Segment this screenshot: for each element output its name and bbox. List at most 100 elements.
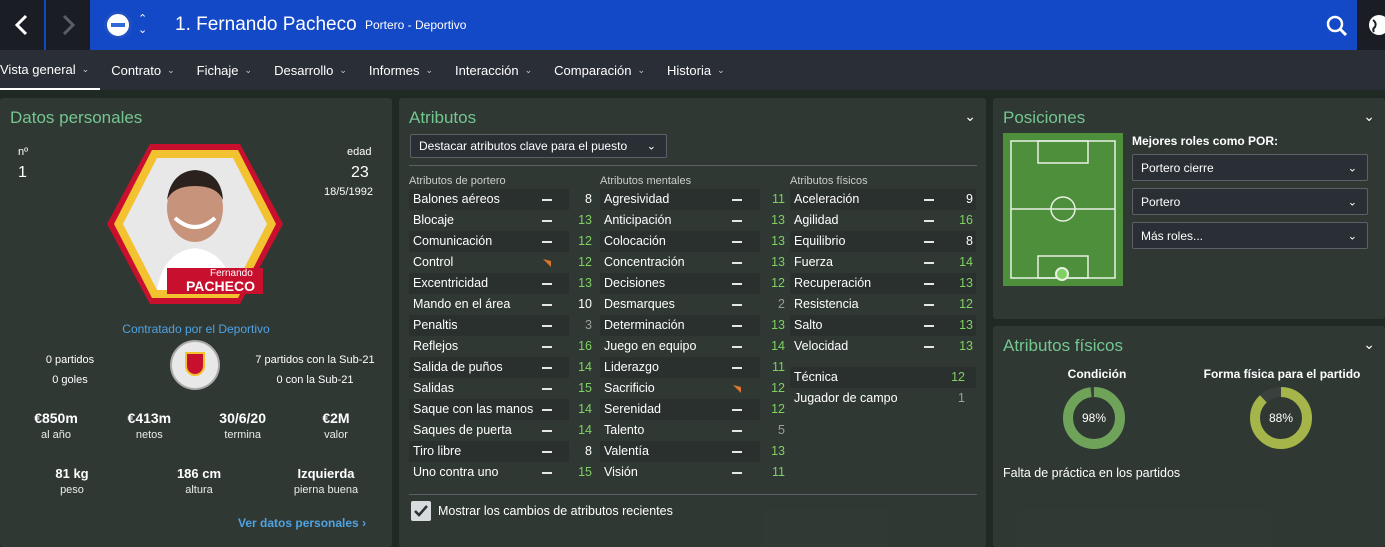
attribute-row[interactable]: Técnica 12 — [790, 367, 976, 388]
attribute-row[interactable]: Tiro libre 8 — [409, 441, 592, 462]
attribute-row[interactable]: Decisiones 12 — [600, 273, 785, 294]
attribute-value: 1 — [958, 391, 965, 405]
personal-data-link[interactable]: Ver datos personales › — [238, 516, 366, 530]
menu-label: Informes — [368, 62, 420, 78]
stat-value: €850m — [34, 410, 78, 426]
attribute-row[interactable]: Jugador de campo 1 — [790, 388, 976, 409]
attribute-row[interactable]: Uno contra uno 15 — [409, 462, 592, 483]
attribute-row[interactable]: Velocidad 13 — [790, 336, 976, 357]
forward-button[interactable] — [46, 0, 90, 50]
stat-net: €413m netos — [109, 410, 189, 441]
attribute-row[interactable]: Liderazgo 11 — [600, 357, 785, 378]
attribute-value: 12 — [578, 255, 592, 269]
attribute-row[interactable]: Anticipación 13 — [600, 210, 785, 231]
contract-link[interactable]: Contratado por el Deportivo — [0, 322, 392, 336]
attribute-row[interactable]: Reflejos 16 — [409, 336, 592, 357]
attribute-row[interactable]: Recuperación 13 — [790, 273, 976, 294]
goalkeeping-attributes: Atributos de portero Balones aéreos 8 Bloc… — [409, 175, 592, 483]
collapse-icon[interactable]: ⌄ — [1363, 336, 1375, 353]
attribute-name: Visión — [604, 465, 638, 479]
attribute-row[interactable]: Mando en el área 10 — [409, 294, 592, 315]
no-change-icon — [732, 472, 742, 474]
role-select-1[interactable]: Portero cierre ⌄ — [1132, 154, 1368, 181]
highlight-attributes-select[interactable]: Destacar atributos clave para el puesto ⌄ — [410, 134, 667, 158]
attribute-row[interactable]: Juego en equipo 14 — [600, 336, 785, 357]
attribute-row[interactable]: Colocación 13 — [600, 231, 785, 252]
no-change-icon — [542, 451, 552, 453]
chevron-down-icon: ⌄ — [244, 64, 253, 75]
attribute-name: Saque con las manos — [413, 402, 534, 416]
attribute-row[interactable]: Fuerza 14 — [790, 252, 976, 273]
menu-vista-general[interactable]: Vista general ⌄ — [0, 50, 101, 90]
attribute-row[interactable]: Aceleración 9 — [790, 189, 976, 210]
attribute-row[interactable]: Control 12 — [409, 252, 592, 273]
attribute-row[interactable]: Salto 13 — [790, 315, 976, 336]
attribute-value: 12 — [959, 297, 973, 311]
attribute-value: 13 — [771, 213, 785, 227]
attribute-value: 13 — [771, 255, 785, 269]
attribute-row[interactable]: Salida de puños 14 — [409, 357, 592, 378]
attribute-row[interactable]: Resistencia 12 — [790, 294, 976, 315]
menu-desarrollo[interactable]: Desarrollo ⌄ — [263, 50, 358, 90]
attribute-value: 13 — [578, 276, 592, 290]
attribute-row[interactable]: Blocaje 13 — [409, 210, 592, 231]
chevron-down-icon: ⌄ — [81, 63, 90, 74]
attribute-name: Decisiones — [604, 276, 666, 290]
search-icon[interactable] — [1322, 11, 1352, 41]
back-button[interactable] — [0, 0, 44, 50]
no-change-icon — [542, 472, 552, 474]
attribute-row[interactable]: Agilidad 16 — [790, 210, 976, 231]
attribute-row[interactable]: Equilibrio 8 — [790, 231, 976, 252]
positions-panel: Posiciones ⌄ Mejores roles como POR: Por… — [993, 98, 1385, 319]
attribute-value: 13 — [771, 234, 785, 248]
chevron-right-icon — [62, 14, 76, 36]
attribute-row[interactable]: Concentración 13 — [600, 252, 785, 273]
menu-historia[interactable]: Historia ⌄ — [656, 50, 736, 90]
menu-contrato[interactable]: Contrato ⌄ — [100, 50, 185, 90]
attribute-row[interactable]: Penaltis 3 — [409, 315, 592, 336]
attribute-row[interactable]: Balones aéreos 8 — [409, 189, 592, 210]
u21-matches: 7 partidos con la Sub-21 — [255, 354, 375, 366]
show-changes-checkbox[interactable] — [411, 501, 431, 521]
attribute-row[interactable]: Salidas 15 — [409, 378, 592, 399]
no-change-icon — [732, 451, 742, 453]
attribute-row[interactable]: Valentía 13 — [600, 441, 785, 462]
attribute-row[interactable]: Serenidad 12 — [600, 399, 785, 420]
collapse-icon[interactable]: ⌄ — [964, 108, 976, 125]
attribute-row[interactable]: Saque con las manos 14 — [409, 399, 592, 420]
more-roles-select[interactable]: Más roles... ⌄ — [1132, 222, 1368, 249]
stat-label: netos — [135, 429, 163, 441]
attribute-name: Salida de puños — [413, 360, 503, 374]
attribute-row[interactable]: Desmarques 2 — [600, 294, 785, 315]
attribute-row[interactable]: Comunicación 12 — [409, 231, 592, 252]
menu-fichaje[interactable]: Fichaje ⌄ — [186, 50, 263, 90]
world-button[interactable] — [1357, 0, 1385, 50]
column-header: Atributos mentales — [600, 175, 692, 187]
physical-attributes: Atributos físicos Aceleración 9 Agilidad 16… — [790, 175, 976, 409]
menu-informes[interactable]: Informes ⌄ — [358, 50, 444, 90]
attribute-row[interactable]: Talento 5 — [600, 420, 785, 441]
attribute-row[interactable]: Sacrificio 12 — [600, 378, 785, 399]
role-select-2[interactable]: Portero ⌄ — [1132, 188, 1368, 215]
no-change-icon — [542, 430, 552, 432]
attribute-value: 11 — [772, 360, 785, 374]
attribute-name: Reflejos — [413, 339, 459, 353]
attribute-value: 12 — [771, 402, 785, 416]
attribute-name: Comunicación — [413, 234, 493, 248]
menu-interaccion[interactable]: Interacción ⌄ — [444, 50, 543, 90]
attribute-row[interactable]: Saques de puerta 14 — [409, 420, 592, 441]
no-change-icon — [924, 262, 934, 264]
chevron-down-icon: ⌄ — [339, 64, 347, 75]
attribute-name: Resistencia — [794, 297, 859, 311]
attribute-row[interactable]: Determinación 13 — [600, 315, 785, 336]
international-caps: 7 partidos con la Sub-21 0 con la Sub-21 — [240, 350, 390, 390]
club-goals: 0 goles — [52, 374, 88, 386]
attribute-row[interactable]: Visión 11 — [600, 462, 785, 483]
collapse-icon[interactable]: ⌄ — [1363, 108, 1375, 125]
attribute-row[interactable]: Agresividad 11 — [600, 189, 785, 210]
condition-label: Condición — [1067, 367, 1127, 381]
club-selector[interactable]: ⌃ ⌄ — [92, 0, 160, 50]
menu-comparacion[interactable]: Comparación ⌄ — [543, 50, 656, 90]
attribute-row[interactable]: Excentricidad 13 — [409, 273, 592, 294]
stat-label: pierna buena — [293, 484, 359, 496]
